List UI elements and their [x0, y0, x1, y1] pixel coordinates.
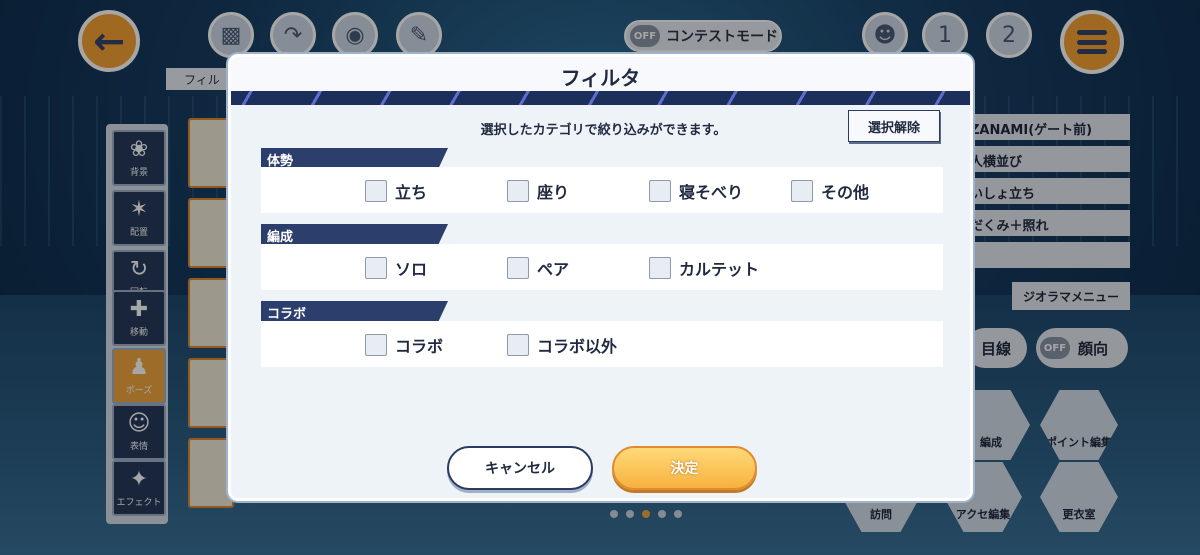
checkbox[interactable] [365, 180, 387, 202]
section-body-collab: コラボ コラボ以外 [261, 321, 943, 367]
section-body-formation: ソロ ペア カルテット [261, 244, 943, 290]
option-solo[interactable]: ソロ [365, 256, 427, 280]
dialog-header-band [231, 91, 970, 105]
checkbox[interactable] [791, 180, 813, 202]
option-label: 座り [537, 183, 570, 202]
confirm-button[interactable]: 決定 [612, 446, 757, 490]
filter-dialog: フィルタ 選択したカテゴリで絞り込みができます。 選択解除 体勢 立ち 座り 寝… [228, 54, 973, 501]
option-label: その他 [821, 183, 870, 202]
option-quartet[interactable]: カルテット [649, 256, 759, 280]
option-collab[interactable]: コラボ [365, 333, 443, 357]
checkbox[interactable] [649, 257, 671, 279]
clear-selection-button[interactable]: 選択解除 [848, 110, 940, 142]
option-label: コラボ以外 [537, 337, 618, 356]
option-label: カルテット [679, 260, 760, 279]
dialog-title: フィルタ [231, 57, 970, 91]
checkbox[interactable] [365, 334, 387, 356]
option-label: コラボ [395, 337, 444, 356]
option-sitting[interactable]: 座り [507, 179, 569, 203]
checkbox[interactable] [365, 257, 387, 279]
checkbox[interactable] [507, 257, 529, 279]
option-standing[interactable]: 立ち [365, 179, 427, 203]
option-pair[interactable]: ペア [507, 256, 569, 280]
section-header-posture: 体勢 [261, 148, 448, 168]
option-label: ソロ [395, 260, 428, 279]
checkbox[interactable] [507, 180, 529, 202]
option-label: ペア [537, 260, 570, 279]
section-header-collab: コラボ [261, 301, 448, 321]
section-header-formation: 編成 [261, 224, 448, 244]
option-lying[interactable]: 寝そべり [649, 179, 743, 203]
checkbox[interactable] [507, 334, 529, 356]
option-label: 寝そべり [679, 183, 744, 202]
section-body-posture: 立ち 座り 寝そべり その他 [261, 167, 943, 213]
cancel-button[interactable]: キャンセル [447, 446, 593, 490]
option-other[interactable]: その他 [791, 179, 869, 203]
checkbox[interactable] [649, 180, 671, 202]
option-non-collab[interactable]: コラボ以外 [507, 333, 617, 357]
option-label: 立ち [395, 183, 428, 202]
